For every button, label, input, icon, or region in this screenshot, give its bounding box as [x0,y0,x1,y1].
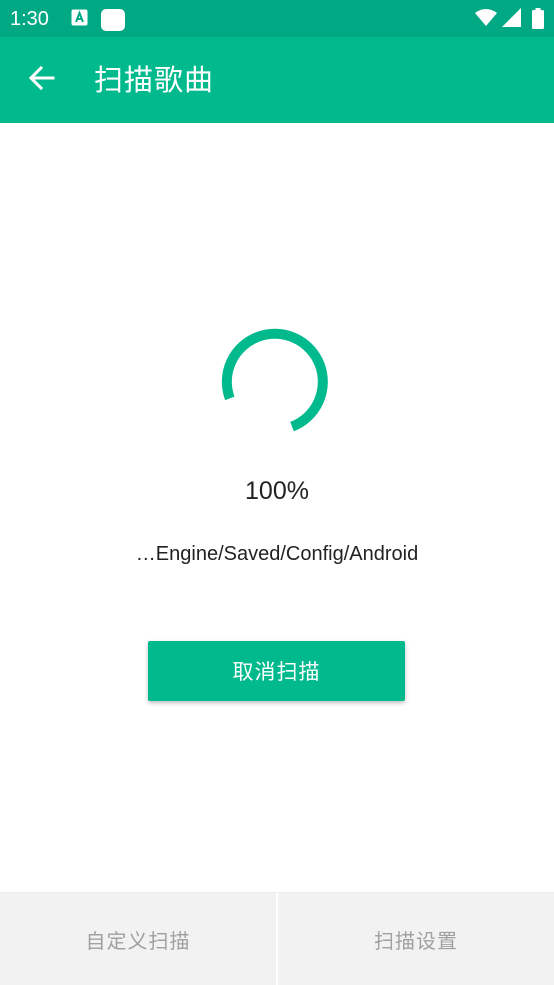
scan-content: 100% …Engine/Saved/Config/Android 取消扫描 [0,123,554,892]
app-bar: 扫描歌曲 [0,37,554,123]
scan-settings-button[interactable]: 扫描设置 [278,893,554,985]
custom-scan-button[interactable]: 自定义扫描 [0,893,276,985]
battery-icon [532,8,544,33]
cancel-scan-button[interactable]: 取消扫描 [148,641,405,701]
status-bar: 1:30 [0,0,554,37]
wifi-icon [475,8,497,32]
arrow-left-icon [28,65,55,95]
status-time: 1:30 [10,8,49,30]
progress-percentage: 100% [245,477,309,505]
current-scan-path: …Engine/Saved/Config/Android [135,543,419,565]
notification-square-icon [101,9,125,35]
page-title: 扫描歌曲 [94,63,215,97]
accessibility-icon [71,9,88,30]
progress-spinner [221,325,333,437]
signal-icon [502,8,522,32]
bottom-bar: 自定义扫描 扫描设置 [0,892,554,985]
back-button[interactable] [18,56,66,104]
